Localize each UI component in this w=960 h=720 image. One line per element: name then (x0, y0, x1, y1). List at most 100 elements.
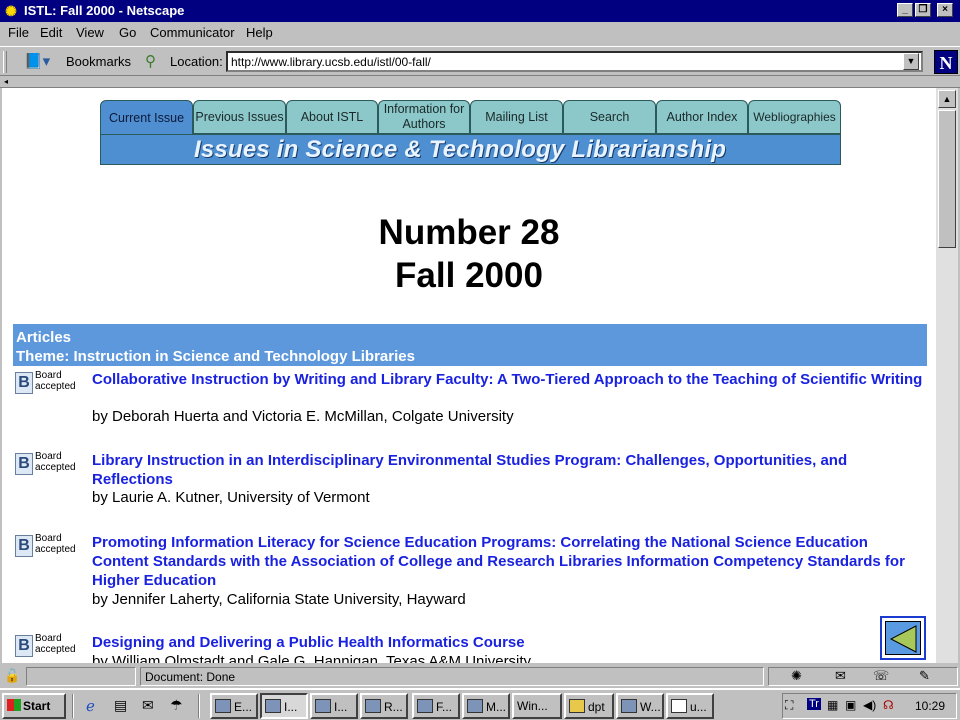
vertical-scrollbar[interactable]: ▲ (936, 88, 958, 663)
tab-information-for-authors[interactable]: Information for Authors (378, 100, 470, 134)
tray-tr-label[interactable]: Tr (807, 698, 821, 710)
url-text: http://www.library.ucsb.edu/istl/00-fall… (231, 55, 431, 69)
minimize-button[interactable]: _ (897, 3, 913, 17)
task-label: I... (334, 700, 348, 714)
board-accepted-badge: B Board accepted (15, 533, 79, 559)
notepad-icon (671, 699, 687, 713)
badge-line2: accepted (35, 462, 76, 473)
board-accepted-badge: B Board accepted (15, 451, 79, 477)
task-button-active[interactable]: I... (260, 693, 308, 719)
menu-view[interactable]: View (76, 25, 104, 40)
menu-communicator[interactable]: Communicator (150, 25, 235, 40)
progress-area (26, 667, 136, 686)
badge-line2: accepted (35, 544, 76, 555)
tab-current-issue[interactable]: Current Issue (100, 100, 193, 136)
location-icon[interactable]: ⚲ (145, 52, 156, 70)
article-link[interactable]: Collaborative Instruction by Writing and… (92, 370, 926, 389)
menu-edit[interactable]: Edit (40, 25, 62, 40)
start-label: Start (23, 699, 51, 713)
task-button[interactable]: I... (310, 693, 358, 719)
desktop-quick-launch-icon[interactable]: ▤ (114, 697, 127, 714)
windows-taskbar: Start ℯ ▤ ✉ ☂ E... I... I... R... F... M… (0, 688, 960, 720)
task-button[interactable]: dpt (564, 693, 614, 719)
task-label: u... (690, 700, 707, 714)
navigator-icon[interactable]: ✺ (791, 668, 802, 684)
tab-author-index[interactable]: Author Index (656, 100, 748, 134)
section-theme: Theme: Instruction in Science and Techno… (16, 348, 415, 365)
board-accepted-badge: B Board accepted (15, 370, 79, 396)
task-button[interactable]: M... (462, 693, 510, 719)
volume-tray-icon[interactable]: ◀) (863, 698, 876, 712)
menu-help[interactable]: Help (246, 25, 273, 40)
tab-about-istl[interactable]: About ISTL (286, 100, 378, 134)
task-icon (467, 699, 483, 713)
tab-webliographies[interactable]: Webliographies (748, 100, 841, 134)
url-dropdown-button[interactable]: ▼ (903, 53, 919, 70)
article-authors: by Deborah Huerta and Victoria E. McMill… (92, 408, 514, 425)
task-button[interactable]: F... (412, 693, 460, 719)
bookmarks-button[interactable]: Bookmarks (66, 54, 131, 69)
discussion-icon[interactable]: ☏ (873, 668, 889, 684)
task-label: E... (234, 700, 253, 714)
badge-line2: accepted (35, 644, 76, 655)
composer-icon[interactable]: ✎ (919, 668, 930, 684)
article-link[interactable]: Designing and Delivering a Public Health… (92, 633, 926, 652)
headset-tray-icon[interactable]: ☊ (883, 698, 894, 712)
app-tray-icon[interactable]: ▦ (827, 698, 838, 712)
netscape-logo: N (934, 50, 958, 74)
quick-launch-divider (72, 694, 74, 718)
tab-search[interactable]: Search (563, 100, 656, 134)
mail-icon[interactable]: ✉ (835, 668, 846, 684)
task-label: R... (384, 700, 403, 714)
task-button[interactable]: E... (210, 693, 258, 719)
browser-window: ✺ ISTL: Fall 2000 - Netscape _ ❐ × File … (0, 0, 960, 688)
bookmarks-icon[interactable]: 📘▾ (24, 52, 60, 70)
window-title: ISTL: Fall 2000 - Netscape (24, 3, 185, 18)
scroll-thumb[interactable] (938, 110, 956, 248)
back-arrow-button[interactable] (880, 616, 926, 660)
clock[interactable]: 10:29 (915, 699, 945, 713)
back-arrow-icon (885, 621, 921, 655)
start-button[interactable]: Start (2, 693, 66, 719)
task-button[interactable]: W... (616, 693, 664, 719)
issue-season: Fall 2000 (395, 256, 543, 295)
article-link[interactable]: Promoting Information Literacy for Scien… (92, 533, 917, 590)
board-badge-letter: B (15, 372, 33, 394)
task-button[interactable]: u... (666, 693, 714, 719)
menu-file[interactable]: File (8, 25, 29, 40)
security-lock-icon[interactable]: 🔓 (4, 668, 20, 684)
board-badge-text: Board accepted (35, 451, 76, 473)
article-authors: by William Olmstadt and Gale G. Hannigan… (92, 653, 532, 663)
network-tray-icon[interactable]: ⛶ (785, 698, 793, 713)
tab-previous-issues[interactable]: Previous Issues (193, 100, 286, 134)
close-button[interactable]: × (937, 3, 953, 17)
location-toolbar: 📘▾ Bookmarks ⚲ Location: http://www.libr… (0, 46, 960, 76)
url-field[interactable]: http://www.library.ucsb.edu/istl/00-fall… (226, 51, 923, 72)
outlook-quick-launch-icon[interactable]: ✉ (142, 697, 154, 714)
task-button[interactable]: Win... (512, 693, 562, 719)
monitor-tray-icon[interactable]: ▣ (845, 698, 856, 712)
maximize-button[interactable]: ❐ (915, 3, 931, 17)
article-authors: by Jennifer Laherty, California State Un… (92, 591, 466, 608)
task-icon (621, 699, 637, 713)
ie-quick-launch-icon[interactable]: ℯ (86, 697, 95, 715)
board-badge-text: Board accepted (35, 633, 76, 655)
collapsed-toolbar-bar: ◂ (0, 76, 960, 88)
menu-go[interactable]: Go (119, 25, 136, 40)
scroll-up-button[interactable]: ▲ (938, 90, 956, 108)
windows-logo-icon (7, 699, 21, 711)
task-icon (315, 699, 331, 713)
board-badge-letter: B (15, 535, 33, 557)
board-badge-letter: B (15, 635, 33, 657)
tab-mailing-list[interactable]: Mailing List (470, 100, 563, 134)
channels-quick-launch-icon[interactable]: ☂ (170, 697, 183, 714)
issue-number: Number 28 (378, 213, 560, 252)
toolbar-grip[interactable] (3, 51, 7, 73)
netscape-app-icon[interactable]: ✺ (3, 3, 19, 19)
board-badge-text: Board accepted (35, 533, 76, 555)
task-button[interactable]: R... (360, 693, 408, 719)
quick-launch-divider (198, 694, 200, 718)
toolbar-collapse-arrow[interactable]: ◂ (4, 77, 8, 86)
article-link[interactable]: Library Instruction in an Interdisciplin… (92, 451, 852, 489)
title-bar[interactable]: ✺ ISTL: Fall 2000 - Netscape _ ❐ × (0, 0, 960, 22)
